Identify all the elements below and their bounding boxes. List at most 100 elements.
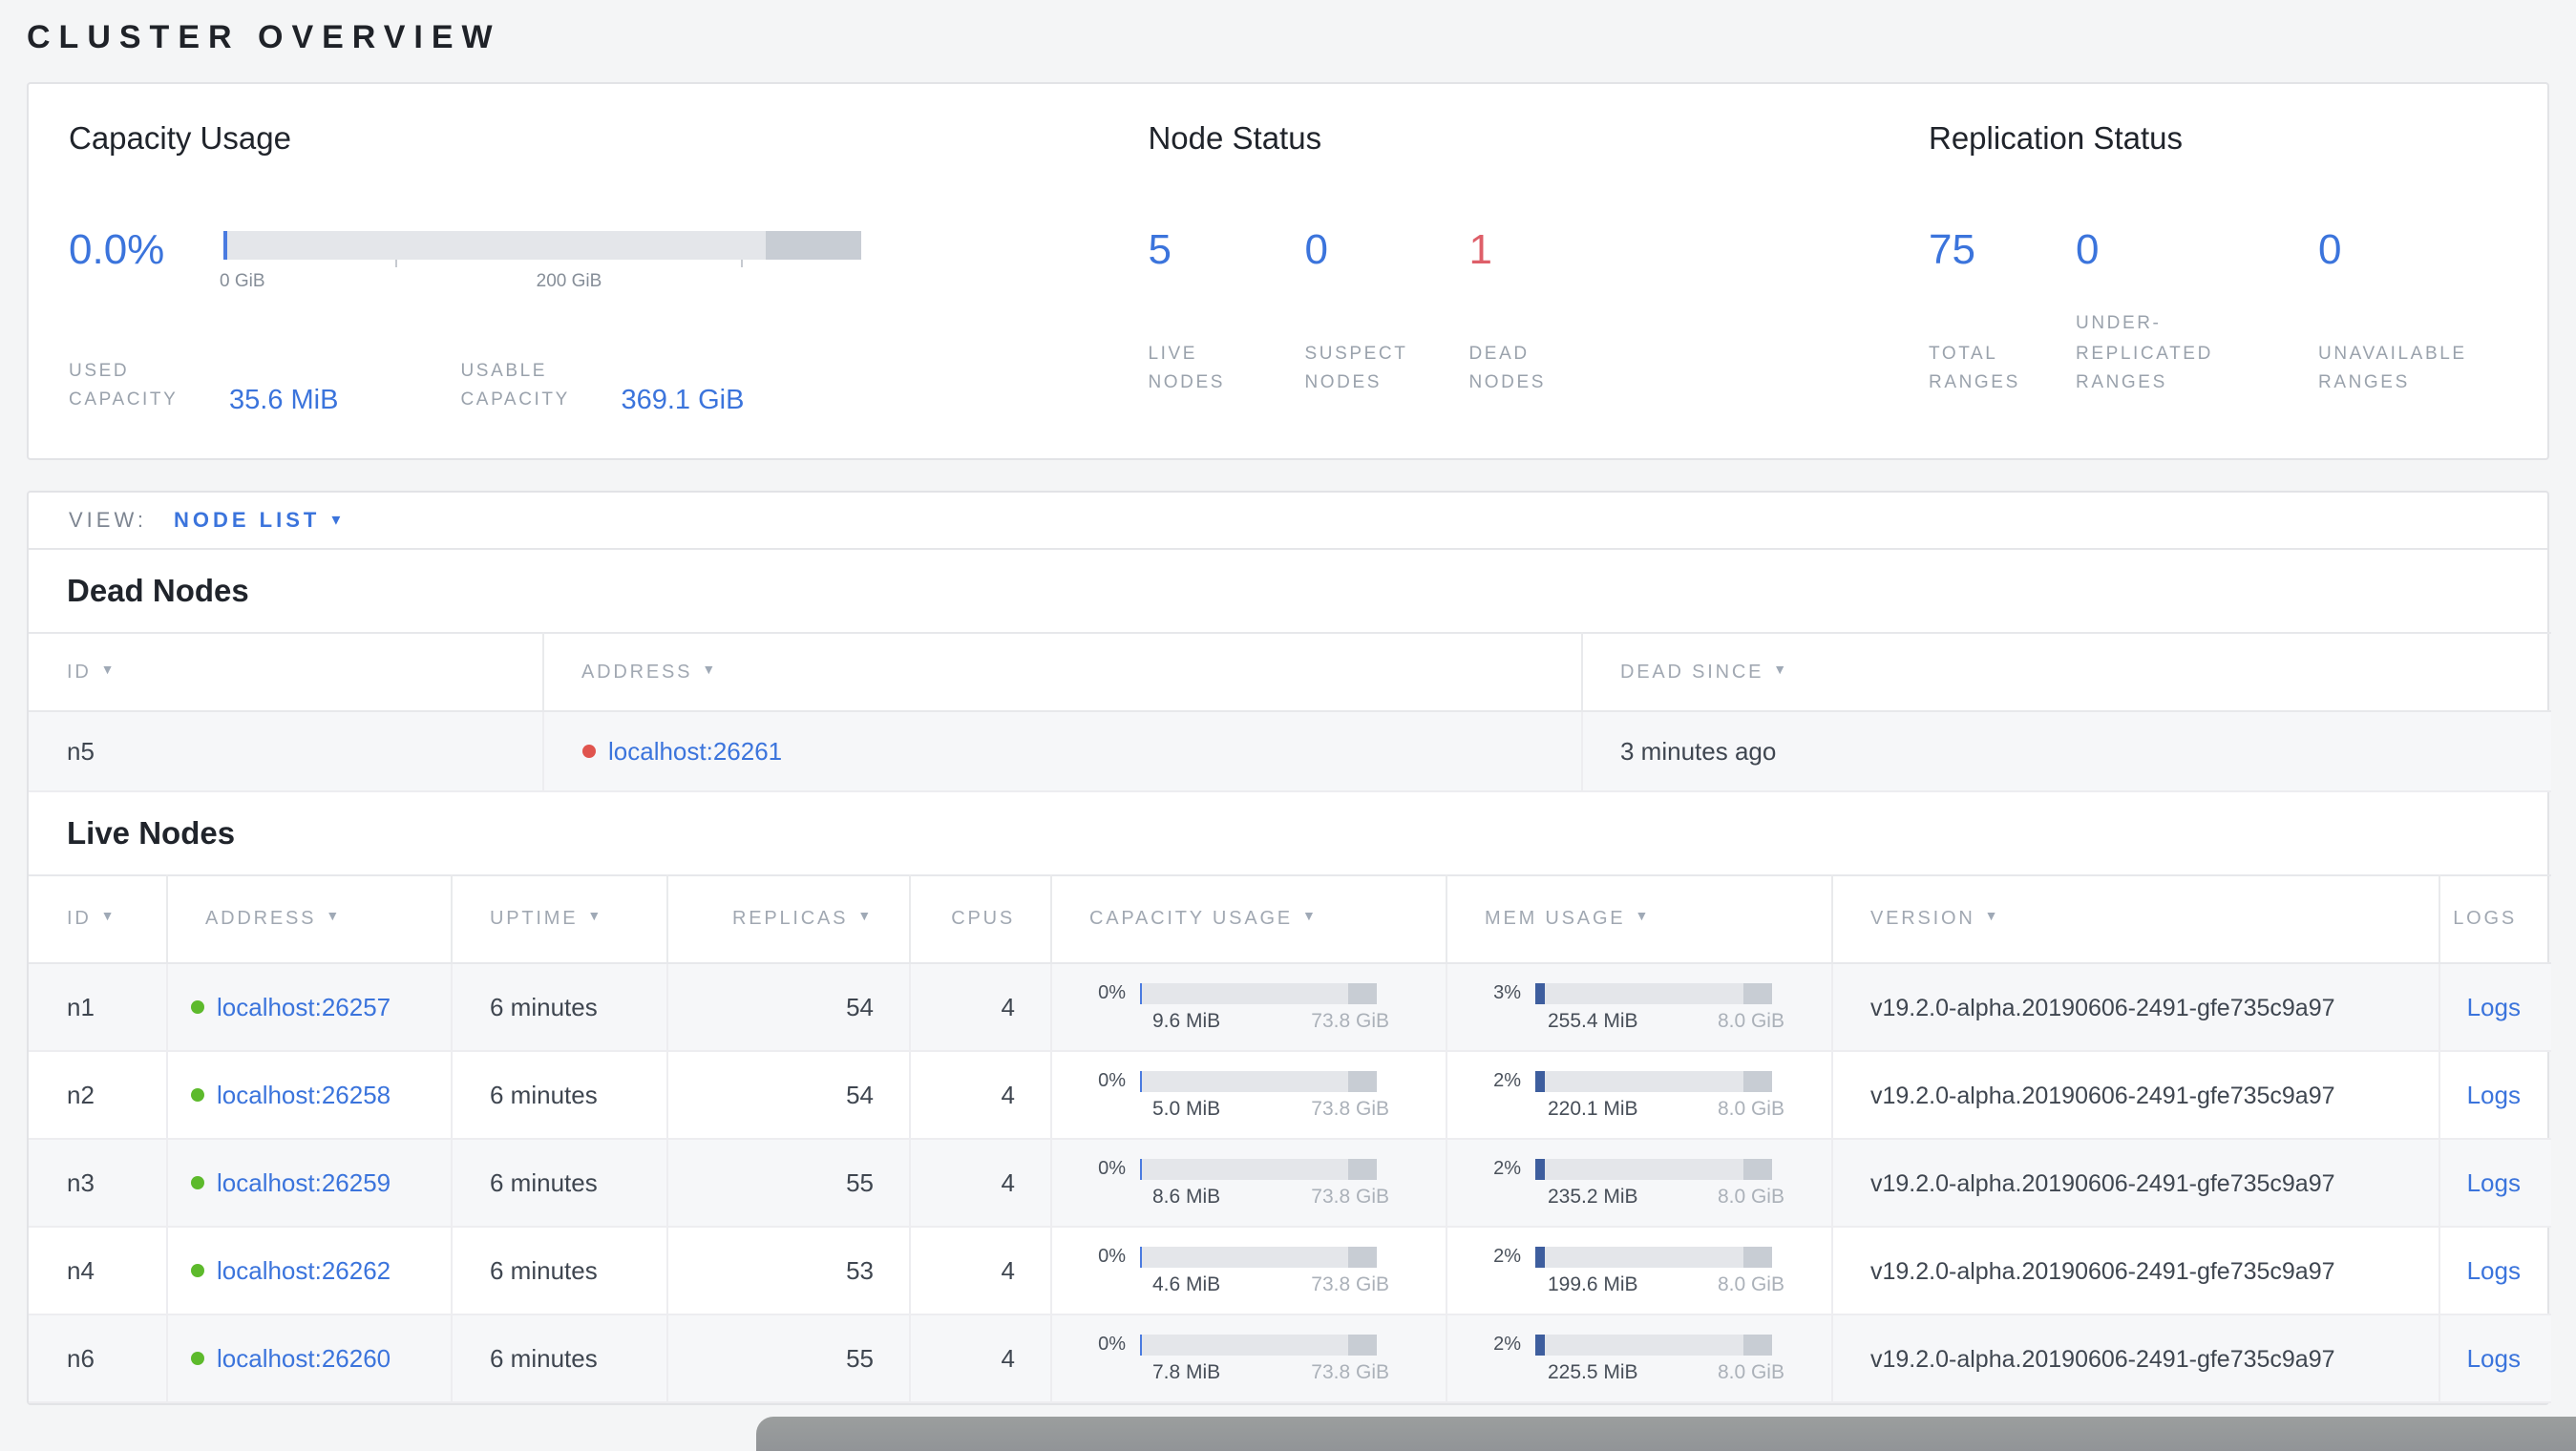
uptime-cell: 6 minutes — [451, 1051, 667, 1140]
capacity-usage-cell: 0% 5.0 MiB 73.8 GiB — [1050, 1051, 1446, 1140]
column-header-dead-since[interactable]: DEAD SINCE ▼ — [1581, 632, 2551, 712]
node-address-link[interactable]: localhost:26258 — [217, 1081, 391, 1109]
column-header-address[interactable]: ADDRESS ▼ — [166, 874, 452, 964]
unavailable-ranges-stat: 0 UNAVAILABLE RANGES — [2318, 225, 2547, 397]
column-header-replicas[interactable]: REPLICAS ▼ — [666, 874, 910, 964]
node-address-link[interactable]: localhost:26260 — [217, 1344, 391, 1373]
capacity-usage-widget: 0% 4.6 MiB 73.8 GiB — [1051, 1245, 1444, 1296]
column-header-capacity-usage[interactable]: CAPACITY USAGE ▼ — [1050, 874, 1446, 964]
node-address-link[interactable]: localhost:26259 — [217, 1168, 391, 1197]
logs-cell: Logs — [2439, 1139, 2551, 1228]
mem-usage-cell: 2% 235.2 MiB 8.0 GiB — [1446, 1139, 1832, 1228]
view-mode-selected[interactable]: NODE LIST — [174, 509, 320, 532]
node-address-cell: localhost:26258 — [166, 1051, 452, 1140]
dead-status-dot-icon — [581, 745, 595, 758]
capacity-usage-section: Capacity Usage 0.0% 0 GiB 200 GiB USED C… — [69, 122, 1148, 424]
column-header-address[interactable]: ADDRESS ▼ — [542, 632, 1582, 712]
column-label: UPTIME — [490, 909, 579, 930]
node-address-cell: localhost:26259 — [166, 1139, 452, 1228]
usage-percent: 2% — [1493, 1247, 1521, 1268]
sort-caret-icon: ▼ — [100, 663, 117, 677]
column-header-id[interactable]: ID ▼ — [29, 632, 543, 712]
logs-cell: Logs — [2439, 1227, 2551, 1315]
capacity-bar-chart: 0 GiB 200 GiB — [220, 225, 861, 296]
dead-nodes-heading: Dead Nodes — [67, 575, 249, 609]
column-label: ADDRESS — [205, 909, 317, 930]
usage-total-value: 73.8 GiB — [1311, 1273, 1389, 1296]
uptime-cell: 6 minutes — [451, 1139, 667, 1228]
bottom-overlay-bar[interactable] — [756, 1417, 2576, 1451]
node-id-cell: n6 — [29, 1314, 167, 1403]
version-cell: v19.2.0-alpha.20190606-2491-gfe735c9a97 — [1831, 1314, 2439, 1403]
sort-caret-icon: ▼ — [1301, 911, 1319, 924]
node-address-link[interactable]: localhost:26257 — [217, 993, 391, 1021]
total-ranges-count: 75 — [1929, 225, 1975, 273]
usage-bar — [1139, 983, 1376, 1004]
mem-usage-cell: 3% 255.4 MiB 8.0 GiB — [1446, 963, 1832, 1052]
live-nodes-stat: 5 LIVE NODES — [1148, 225, 1304, 397]
uptime-cell: 6 minutes — [451, 1227, 667, 1315]
usage-percent: 0% — [1098, 1071, 1126, 1092]
usage-used-value: 220.1 MiB — [1548, 1098, 1638, 1121]
logs-link[interactable]: Logs — [2467, 993, 2521, 1021]
dead-nodes-stat: 1 DEAD NODES — [1468, 225, 1659, 397]
column-header-mem-usage[interactable]: MEM USAGE ▼ — [1446, 874, 1832, 964]
mem-usage-widget: 2% 220.1 MiB 8.0 GiB — [1446, 1069, 1829, 1121]
column-label: CAPACITY USAGE — [1089, 909, 1293, 930]
live-status-dot-icon — [190, 1088, 203, 1102]
live-nodes-count: 5 — [1148, 225, 1172, 273]
column-label: ID — [67, 909, 92, 930]
node-address-link[interactable]: localhost:26262 — [217, 1256, 391, 1285]
live-node-row: n4 localhost:26262 6 minutes 53 4 0% 4.6 MiB 73… — [29, 1227, 2551, 1315]
capacity-axis: 0 GiB 200 GiB — [220, 271, 861, 296]
logs-cell: Logs — [2439, 963, 2551, 1052]
usable-capacity-value: 369.1 GiB — [621, 386, 745, 417]
node-id-cell: n5 — [29, 711, 543, 792]
capacity-usage-heading: Capacity Usage — [69, 122, 291, 157]
usage-bar — [1534, 983, 1771, 1004]
usage-total-value: 8.0 GiB — [1717, 1010, 1784, 1033]
logs-link[interactable]: Logs — [2467, 1081, 2521, 1109]
view-mode-dropdown[interactable]: NODE LIST ▾ — [174, 509, 340, 532]
capacity-usage-widget: 0% 7.8 MiB 73.8 GiB — [1051, 1333, 1444, 1384]
logs-link[interactable]: Logs — [2467, 1168, 2521, 1197]
logs-link[interactable]: Logs — [2467, 1344, 2521, 1373]
capacity-usage-cell: 0% 8.6 MiB 73.8 GiB — [1050, 1139, 1446, 1228]
cpus-cell: 4 — [909, 1314, 1051, 1403]
chevron-down-icon[interactable]: ▾ — [331, 510, 340, 531]
column-label: MEM USAGE — [1485, 909, 1626, 930]
logs-cell: Logs — [2439, 1051, 2551, 1140]
logs-link[interactable]: Logs — [2467, 1256, 2521, 1285]
usage-percent: 0% — [1098, 1335, 1126, 1356]
version-cell: v19.2.0-alpha.20190606-2491-gfe735c9a97 — [1831, 963, 2439, 1052]
column-label: ADDRESS — [581, 662, 693, 683]
mem-usage-cell: 2% 199.6 MiB 8.0 GiB — [1446, 1227, 1832, 1315]
capacity-bar — [223, 231, 861, 267]
mem-usage-widget: 2% 199.6 MiB 8.0 GiB — [1446, 1245, 1829, 1296]
capacity-usage-widget: 0% 8.6 MiB 73.8 GiB — [1051, 1157, 1444, 1209]
usage-total-value: 73.8 GiB — [1311, 1361, 1389, 1384]
usable-capacity-stat: USABLE CAPACITY 369.1 GiB — [460, 357, 745, 417]
live-node-row: n1 localhost:26257 6 minutes 54 4 0% 9.6 MiB 73… — [29, 963, 2551, 1052]
node-id-cell: n3 — [29, 1139, 167, 1228]
column-header-cpus: CPUS — [909, 874, 1051, 964]
usage-percent: 0% — [1098, 1159, 1126, 1180]
live-status-dot-icon — [190, 1264, 203, 1277]
cpus-cell: 4 — [909, 1139, 1051, 1228]
column-header-uptime[interactable]: UPTIME ▼ — [451, 874, 667, 964]
mem-usage-widget: 2% 225.5 MiB 8.0 GiB — [1446, 1333, 1829, 1384]
live-status-dot-icon — [190, 1352, 203, 1365]
node-id-cell: n2 — [29, 1051, 167, 1140]
nodes-panel: VIEW: NODE LIST ▾ Dead Nodes ID ▼ ADDRESS ▼… — [27, 491, 2551, 1405]
uptime-cell: 6 minutes — [451, 1314, 667, 1403]
column-header-id[interactable]: ID ▼ — [29, 874, 167, 964]
used-capacity-value: 35.6 MiB — [229, 386, 339, 417]
node-address-cell: localhost:26260 — [166, 1314, 452, 1403]
node-address-cell: localhost:26257 — [166, 963, 452, 1052]
node-address-link[interactable]: localhost:26261 — [608, 737, 782, 766]
mem-usage-widget: 2% 235.2 MiB 8.0 GiB — [1446, 1157, 1829, 1209]
replication-status-section: Replication Status 75 TOTAL RANGES 0 UND… — [1929, 122, 2547, 424]
column-header-version[interactable]: VERSION ▼ — [1831, 874, 2439, 964]
axis-label-200: 200 GiB — [536, 271, 602, 292]
version-cell: v19.2.0-alpha.20190606-2491-gfe735c9a97 — [1831, 1051, 2439, 1140]
